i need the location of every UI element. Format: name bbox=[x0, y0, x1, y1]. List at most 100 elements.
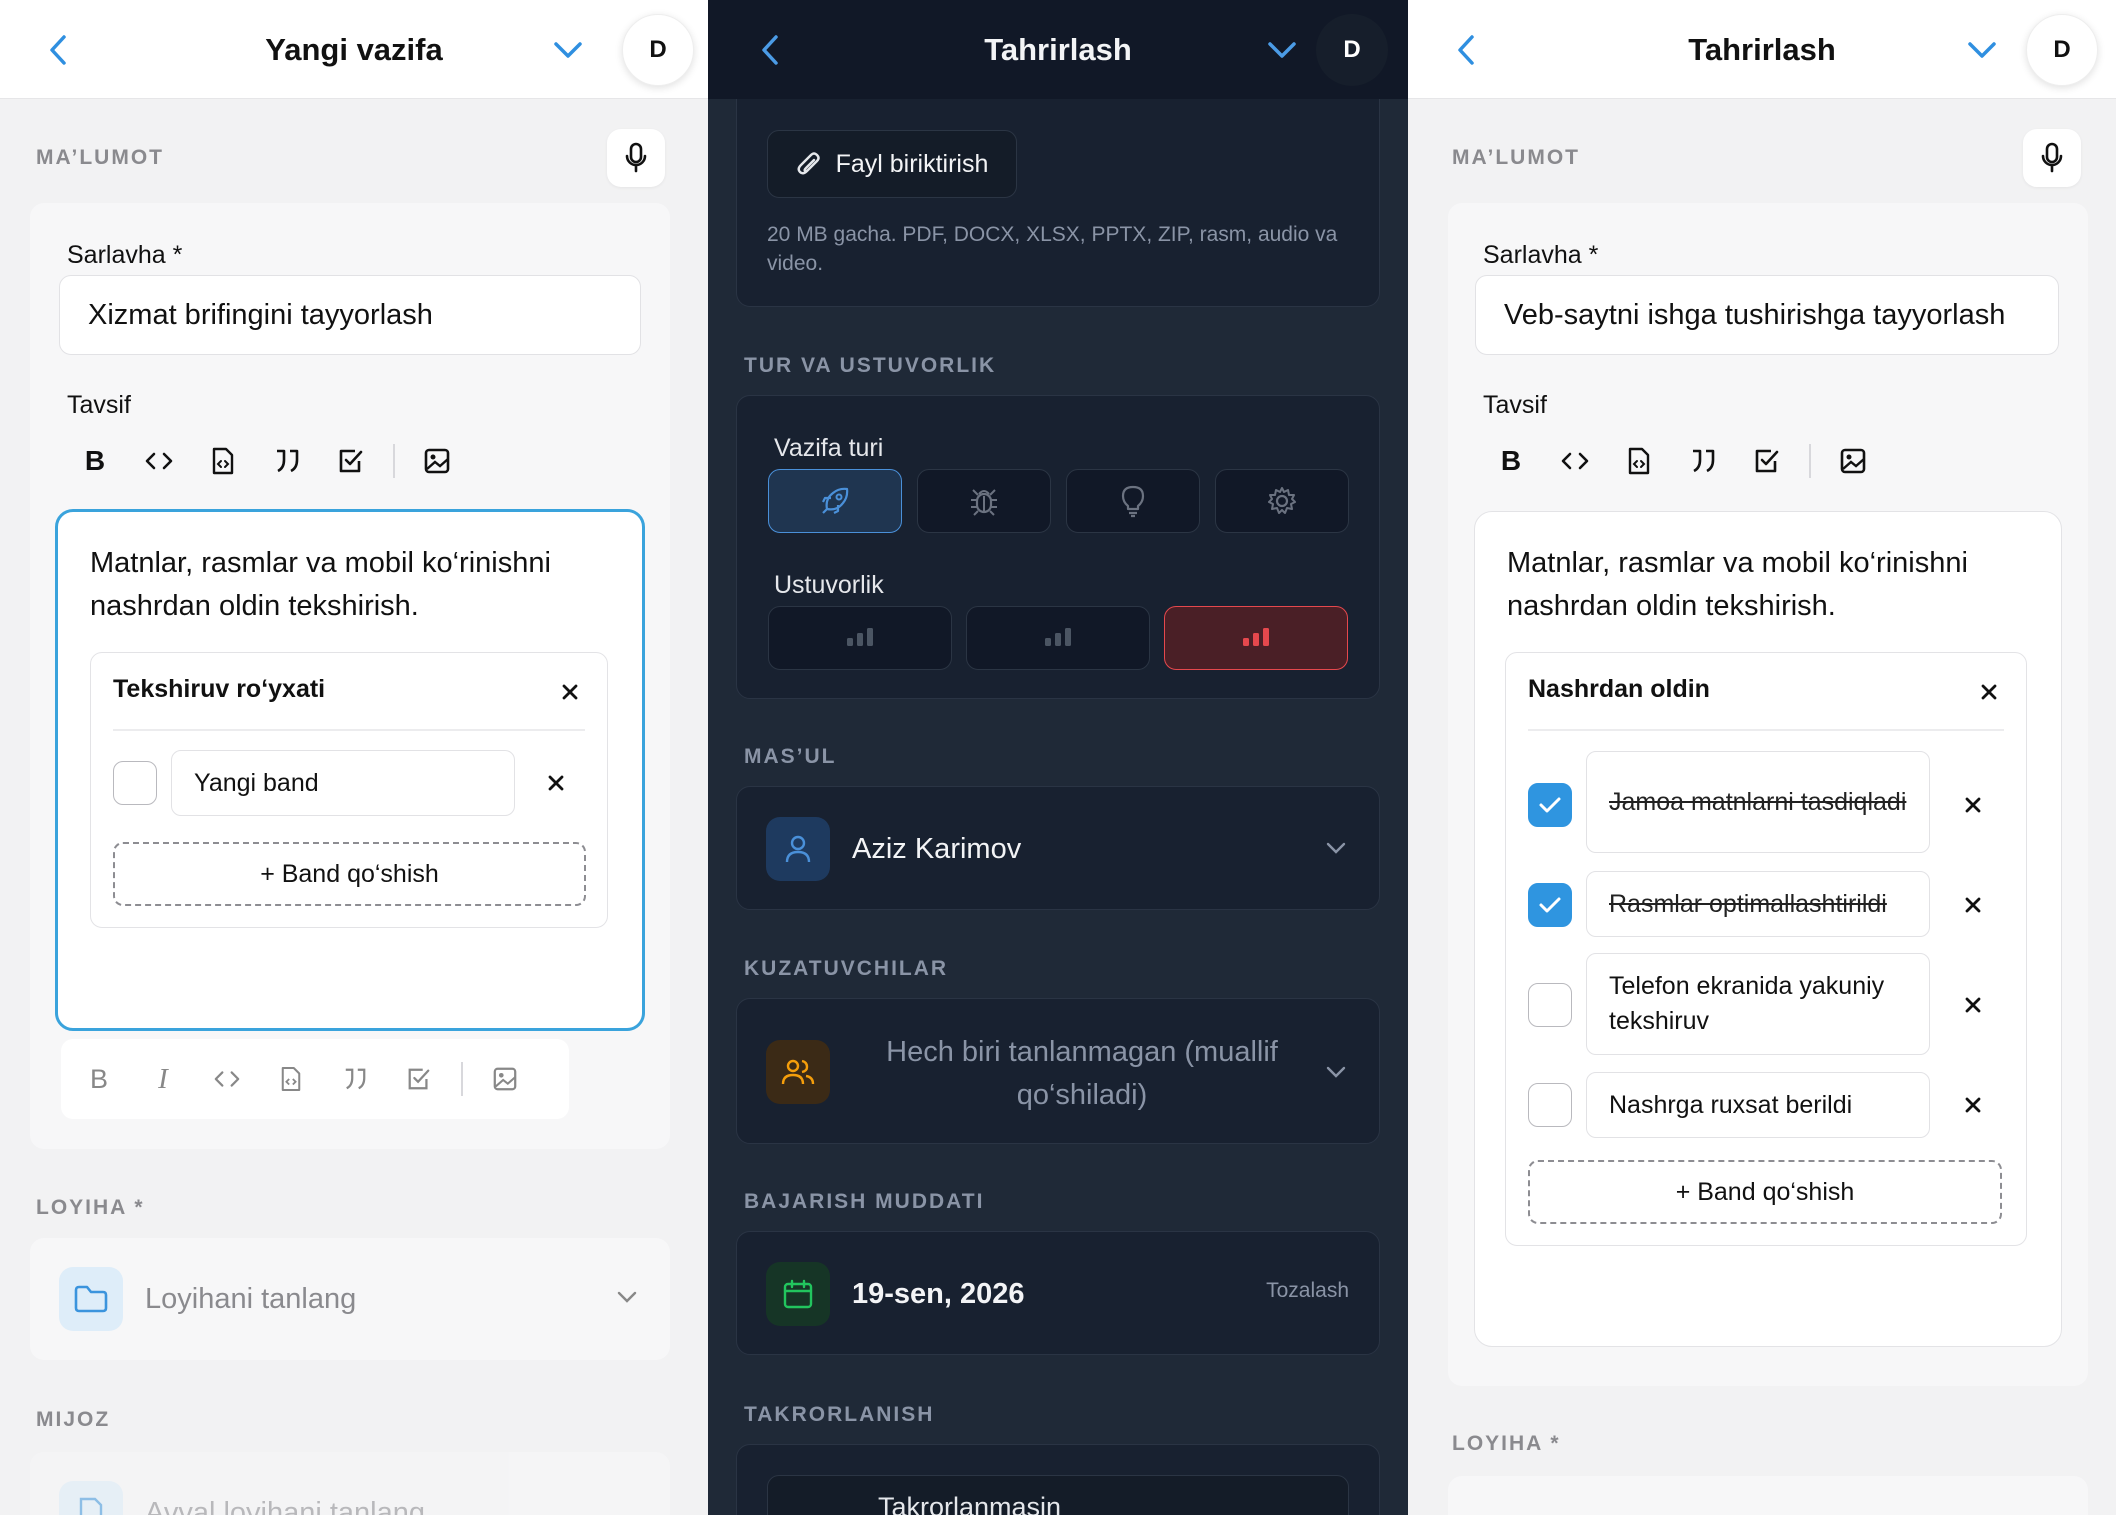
new-task-panel: Yangi vazifa D MA’LUMOT Sarlavha * Xizma… bbox=[0, 0, 708, 1515]
checklist-block: Tekshiruv ro‘yxati Yangi band + Band qo‘… bbox=[90, 652, 608, 928]
title-input[interactable]: Xizmat brifingini tayyorlash bbox=[59, 275, 641, 355]
checkbox-icon bbox=[1755, 449, 1779, 473]
image-icon bbox=[1840, 448, 1865, 474]
bold-button[interactable]: B bbox=[1479, 431, 1543, 491]
remove-item-button[interactable] bbox=[1958, 890, 1988, 920]
item-checkbox[interactable] bbox=[1528, 883, 1572, 927]
chevron-down-icon bbox=[1968, 42, 1996, 58]
quote-button[interactable] bbox=[255, 431, 319, 491]
image-button[interactable] bbox=[1821, 431, 1885, 491]
title-input[interactable]: Veb-saytni ishga tushirishga tayyorlash bbox=[1475, 275, 2059, 355]
item-checkbox[interactable] bbox=[1528, 1083, 1572, 1127]
checklist-title: Nashrdan oldin bbox=[1528, 675, 1710, 703]
page-title: Tahrirlash bbox=[984, 32, 1132, 67]
description-editor[interactable]: Matnlar, rasmlar va mobil ko‘rinishni na… bbox=[1474, 511, 2062, 1347]
remove-item-button[interactable] bbox=[541, 768, 571, 798]
divider bbox=[1528, 729, 2004, 731]
priority-high-button[interactable] bbox=[1164, 606, 1348, 670]
checklist-item-input[interactable]: Rasmlar optimallashtirildi bbox=[1586, 871, 1930, 937]
remove-item-button[interactable] bbox=[1958, 1090, 1988, 1120]
image-icon bbox=[493, 1067, 516, 1091]
repeat-select[interactable]: Takrorlanmasin bbox=[767, 1475, 1349, 1515]
file-code-icon bbox=[1628, 447, 1650, 475]
bold-button[interactable]: B bbox=[67, 1049, 131, 1109]
quote-icon bbox=[345, 1068, 366, 1090]
top-bar: Yangi vazifa D bbox=[0, 0, 708, 99]
section-repeat-label: TAKRORLANISH bbox=[744, 1403, 935, 1426]
quote-button[interactable] bbox=[323, 1049, 387, 1109]
checklist-item-input[interactable]: Yangi band bbox=[171, 750, 515, 816]
checklist-button[interactable] bbox=[1735, 431, 1799, 491]
assignee-row: Aziz Karimov bbox=[766, 817, 1021, 881]
avatar[interactable]: D bbox=[622, 14, 694, 86]
voice-input-button[interactable] bbox=[2023, 129, 2081, 187]
collapse-button[interactable] bbox=[1264, 32, 1300, 68]
collapse-button[interactable] bbox=[1964, 32, 2000, 68]
bold-button[interactable]: B bbox=[63, 431, 127, 491]
priority-low-button[interactable] bbox=[768, 606, 952, 670]
checklist-item-input[interactable]: Jamoa matnlarni tasdiqladi bbox=[1586, 751, 1930, 853]
image-button[interactable] bbox=[473, 1049, 537, 1109]
watchers-select[interactable]: Hech biri tanlanmagan (muallif qo‘shilad… bbox=[736, 998, 1380, 1144]
image-button[interactable] bbox=[405, 431, 469, 491]
due-date-select[interactable]: 19-sen, 2026 Tozalash bbox=[736, 1231, 1380, 1355]
code-block-button[interactable] bbox=[1607, 431, 1671, 491]
description-editor[interactable]: Matnlar, rasmlar va mobil ko‘rinishni na… bbox=[55, 509, 645, 1031]
attach-file-button[interactable]: Fayl biriktirish bbox=[767, 130, 1017, 198]
close-icon bbox=[562, 684, 578, 700]
section-project-label: LOYIHA * bbox=[1452, 1432, 1561, 1455]
priority-medium-button[interactable] bbox=[966, 606, 1150, 670]
italic-button[interactable]: I bbox=[131, 1049, 195, 1109]
chevron-down-icon bbox=[554, 42, 582, 58]
format-toolbar: B bbox=[63, 431, 469, 491]
section-watchers-label: KUZATUVCHILAR bbox=[744, 957, 949, 980]
type-label: Vazifa turi bbox=[774, 434, 884, 462]
item-checkbox[interactable] bbox=[1528, 783, 1572, 827]
remove-checklist-button[interactable] bbox=[1974, 677, 2004, 707]
attach-hint: 20 MB gacha. PDF, DOCX, XLSX, PPTX, ZIP,… bbox=[767, 223, 1338, 275]
checklist-button[interactable] bbox=[319, 431, 383, 491]
floating-toolbar: B I bbox=[61, 1039, 569, 1119]
type-idea-button[interactable] bbox=[1066, 469, 1200, 533]
code-block-button[interactable] bbox=[191, 431, 255, 491]
code-button[interactable] bbox=[1543, 431, 1607, 491]
bold-icon: B bbox=[84, 445, 106, 476]
repeat-value: Takrorlanmasin bbox=[878, 1491, 1062, 1515]
repeat-card: Takrorlanmasin bbox=[736, 1444, 1380, 1515]
clear-date-button[interactable]: Tozalash bbox=[1266, 1279, 1349, 1303]
avatar[interactable]: D bbox=[1316, 14, 1388, 86]
edit-task-panel-dark: Tahrirlash D Fayl biriktirish 20 MB gach… bbox=[708, 0, 1408, 1515]
checklist-block: Nashrdan oldin Jamoa matnlarni tasdiqlad… bbox=[1505, 652, 2027, 1246]
voice-input-button[interactable] bbox=[607, 129, 665, 187]
code-button[interactable] bbox=[127, 431, 191, 491]
checklist-item-input[interactable]: Telefon ekranida yakuniy tekshiruv bbox=[1586, 953, 1930, 1055]
item-checkbox[interactable] bbox=[1528, 983, 1572, 1027]
avatar[interactable]: D bbox=[2026, 14, 2098, 86]
type-task-button[interactable] bbox=[1215, 469, 1349, 533]
project-select[interactable]: Loyihani tanlang bbox=[30, 1238, 670, 1360]
remove-checklist-button[interactable] bbox=[555, 677, 585, 707]
add-item-button[interactable]: + Band qo‘shish bbox=[113, 842, 586, 906]
quote-button[interactable] bbox=[1671, 431, 1735, 491]
type-feature-button[interactable] bbox=[768, 469, 902, 533]
remove-item-button[interactable] bbox=[1958, 790, 1988, 820]
section-info-label: MA’LUMOT bbox=[1452, 146, 1580, 169]
checklist-title: Tekshiruv ro‘yxati bbox=[113, 675, 326, 703]
project-select[interactable] bbox=[1448, 1476, 2088, 1515]
item-checkbox[interactable] bbox=[113, 761, 157, 805]
client-select[interactable]: Avval loyihani tanlang bbox=[30, 1452, 670, 1515]
remove-item-button[interactable] bbox=[1958, 990, 1988, 1020]
type-bug-button[interactable] bbox=[917, 469, 1051, 533]
checklist-item-input[interactable]: Nashrga ruxsat berildi bbox=[1586, 1072, 1930, 1138]
assignee-select[interactable]: Aziz Karimov bbox=[736, 786, 1380, 910]
code-button[interactable] bbox=[195, 1049, 259, 1109]
divider bbox=[113, 729, 585, 731]
bug-icon bbox=[971, 489, 997, 516]
collapse-button[interactable] bbox=[550, 32, 586, 68]
add-item-button[interactable]: + Band qo‘shish bbox=[1528, 1160, 2002, 1224]
gear-icon bbox=[1268, 487, 1296, 514]
attach-file-label: Fayl biriktirish bbox=[835, 149, 989, 178]
code-block-button[interactable] bbox=[259, 1049, 323, 1109]
checklist-button[interactable] bbox=[387, 1049, 451, 1109]
toolbar-divider bbox=[461, 1062, 463, 1096]
